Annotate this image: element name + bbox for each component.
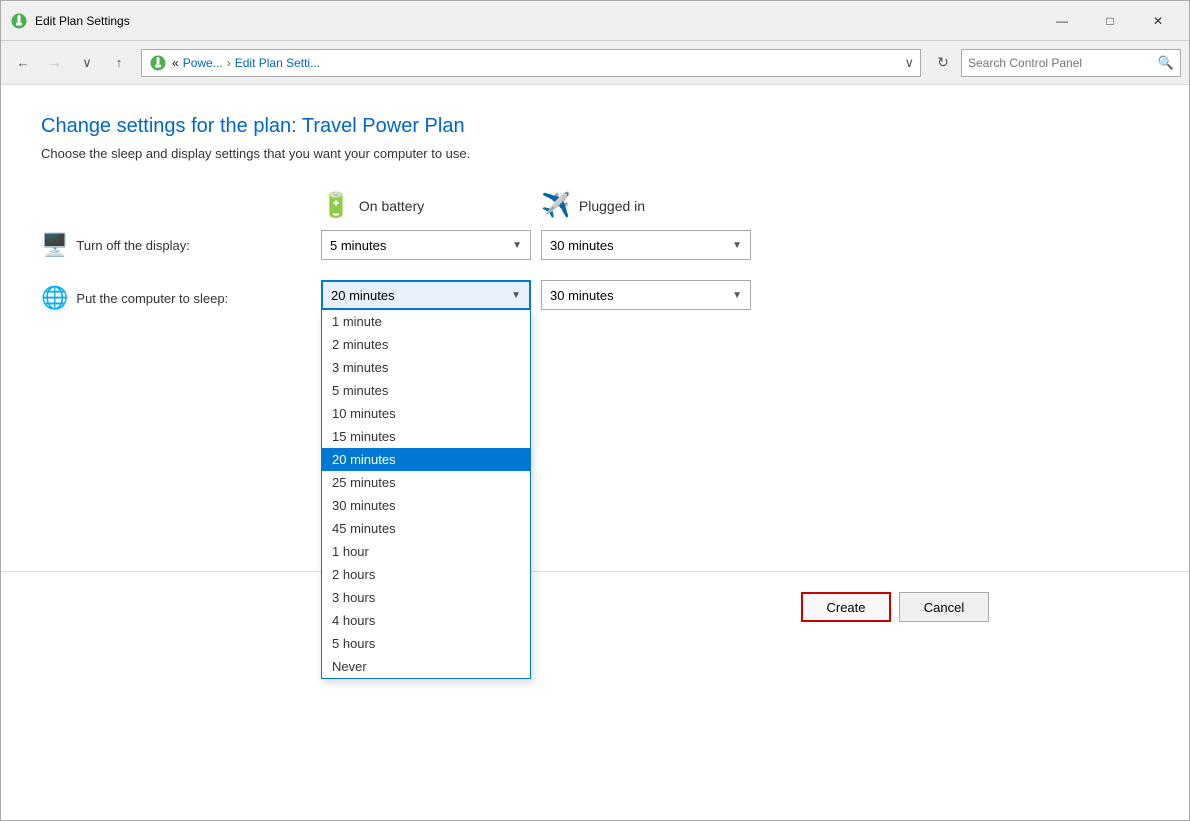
sleep-battery-list: 1 minute 2 minutes 3 minutes 5 minutes 1… — [321, 310, 531, 679]
sleep-icon: 🌐 — [41, 285, 68, 311]
search-input[interactable] — [968, 56, 1158, 70]
sleep-row-label: Put the computer to sleep: — [76, 291, 228, 306]
sleep-plugged-arrow: ▼ — [732, 290, 742, 301]
battery-icon: 🔋 — [321, 191, 351, 220]
option-5min[interactable]: 5 minutes — [322, 379, 530, 402]
cancel-button[interactable]: Cancel — [899, 592, 989, 622]
on-battery-header: 🔋 On battery — [321, 191, 541, 220]
option-10min[interactable]: 10 minutes — [322, 402, 530, 425]
sleep-battery-arrow: ▼ — [511, 290, 521, 301]
bottom-buttons: Create Cancel — [41, 592, 1149, 622]
option-2min[interactable]: 2 minutes — [322, 333, 530, 356]
window-title: Edit Plan Settings — [35, 14, 1039, 28]
main-window: Edit Plan Settings — □ ✕ ← → ∨ ↑ « Powe.… — [0, 0, 1190, 821]
option-never[interactable]: Never — [322, 655, 530, 678]
address-bar[interactable]: « Powe... › Edit Plan Setti... ∨ — [141, 49, 921, 77]
address-icon — [148, 53, 168, 73]
title-bar: Edit Plan Settings — □ ✕ — [1, 1, 1189, 41]
display-battery-value: 5 minutes — [330, 238, 386, 253]
breadcrumb: « Powe... › Edit Plan Setti... — [172, 56, 320, 70]
refresh-button[interactable]: ↻ — [929, 49, 957, 77]
plugin-icon: ✈️ — [541, 191, 571, 220]
content-area: Change settings for the plan: Travel Pow… — [1, 85, 1189, 820]
minimize-button[interactable]: — — [1039, 6, 1085, 36]
display-battery-arrow: ▼ — [512, 240, 522, 251]
forward-button[interactable]: → — [41, 49, 69, 77]
display-row-label: Turn off the display: — [76, 238, 189, 253]
sleep-label: 🌐 Put the computer to sleep: — [41, 285, 321, 311]
create-button[interactable]: Create — [801, 592, 891, 622]
nav-bar: ← → ∨ ↑ « Powe... › Edit Plan Setti... ∨… — [1, 41, 1189, 85]
close-button[interactable]: ✕ — [1135, 6, 1181, 36]
page-subtitle: Choose the sleep and display settings th… — [41, 146, 1149, 161]
search-bar[interactable]: 🔍 — [961, 49, 1181, 77]
option-3hours[interactable]: 3 hours — [322, 586, 530, 609]
option-2hours[interactable]: 2 hours — [322, 563, 530, 586]
up-button[interactable]: ↑ — [105, 49, 133, 77]
window-controls: — □ ✕ — [1039, 6, 1181, 36]
dropdown-button[interactable]: ∨ — [73, 49, 101, 77]
option-5hours[interactable]: 5 hours — [322, 632, 530, 655]
breadcrumb-power[interactable]: Powe... — [183, 56, 223, 70]
window-icon — [9, 11, 29, 31]
option-4hours[interactable]: 4 hours — [322, 609, 530, 632]
display-plugged-value: 30 minutes — [550, 238, 614, 253]
settings-header: 🔋 On battery ✈️ Plugged in — [321, 191, 1149, 220]
maximize-button[interactable]: □ — [1087, 6, 1133, 36]
option-1hour[interactable]: 1 hour — [322, 540, 530, 563]
option-30min[interactable]: 30 minutes — [322, 494, 530, 517]
sleep-dropdowns: 20 minutes ▼ 1 minute 2 minutes 3 minute… — [321, 280, 751, 310]
plugged-in-label: Plugged in — [579, 198, 645, 214]
option-3min[interactable]: 3 minutes — [322, 356, 530, 379]
option-15min[interactable]: 15 minutes — [322, 425, 530, 448]
sleep-battery-wrapper: 20 minutes ▼ 1 minute 2 minutes 3 minute… — [321, 280, 531, 310]
option-45min[interactable]: 45 minutes — [322, 517, 530, 540]
divider — [1, 571, 1189, 572]
back-button[interactable]: ← — [9, 49, 37, 77]
search-icon: 🔍 — [1158, 55, 1174, 71]
display-label: 🖥️ Turn off the display: — [41, 232, 321, 258]
page-title: Change settings for the plan: Travel Pow… — [41, 115, 1149, 138]
display-dropdowns: 5 minutes ▼ 30 minutes ▼ — [321, 230, 751, 260]
breadcrumb-sep2: › — [227, 56, 231, 70]
plugged-in-header: ✈️ Plugged in — [541, 191, 761, 220]
breadcrumb-sep1: « — [172, 56, 179, 70]
sleep-plugged-dropdown[interactable]: 30 minutes ▼ — [541, 280, 751, 310]
sleep-battery-dropdown[interactable]: 20 minutes ▼ — [321, 280, 531, 310]
option-1min[interactable]: 1 minute — [322, 310, 530, 333]
display-row: 🖥️ Turn off the display: 5 minutes ▼ 30 … — [41, 230, 1149, 260]
sleep-plugged-value: 30 minutes — [550, 288, 614, 303]
on-battery-label: On battery — [359, 198, 424, 214]
sleep-battery-value: 20 minutes — [331, 288, 395, 303]
display-battery-dropdown[interactable]: 5 minutes ▼ — [321, 230, 531, 260]
display-plugged-arrow: ▼ — [732, 240, 742, 251]
option-25min[interactable]: 25 minutes — [322, 471, 530, 494]
breadcrumb-edit[interactable]: Edit Plan Setti... — [235, 56, 320, 70]
sleep-row: 🌐 Put the computer to sleep: 20 minutes … — [41, 280, 1149, 311]
monitor-icon: 🖥️ — [41, 232, 68, 258]
display-plugged-dropdown[interactable]: 30 minutes ▼ — [541, 230, 751, 260]
address-chevron[interactable]: ∨ — [904, 55, 914, 71]
option-20min[interactable]: 20 minutes — [322, 448, 530, 471]
